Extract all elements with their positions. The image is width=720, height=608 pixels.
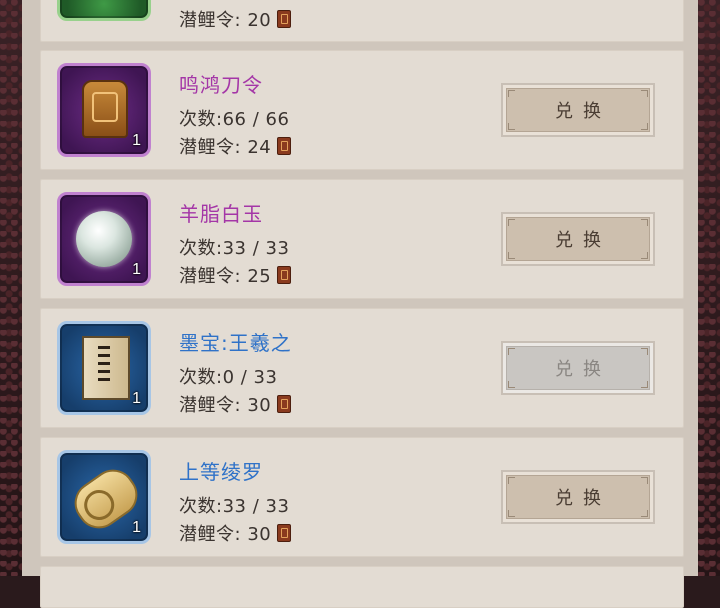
item-quantity: 1 [132, 519, 141, 536]
count-label: 次数: [179, 496, 223, 517]
cost-label: 潜鲤令: [179, 524, 242, 545]
qianli-token-icon [277, 395, 292, 413]
right-border-decoration [698, 0, 720, 576]
item-icon-frame[interactable]: 1 [57, 192, 151, 286]
list-item: 1 羊脂白玉 次数:33 / 33 潜鲤令: 25 兑换 [40, 179, 684, 299]
item-icon-frame [57, 0, 151, 21]
left-border-decoration [0, 0, 22, 576]
list-item: 潜鲤令: 20 [40, 0, 684, 42]
cost-value: 25 [247, 266, 272, 287]
exchange-count-line: 次数:0 / 33 [179, 363, 277, 389]
cost-value: 30 [247, 395, 272, 416]
item-name: 上等绫罗 [179, 460, 263, 484]
exchange-button-label: 兑换 [555, 230, 611, 251]
calligraphy-book-icon [82, 336, 130, 400]
exchange-button[interactable]: 兑换 [501, 83, 655, 137]
exchange-count-line: 次数:66 / 66 [179, 105, 289, 131]
count-value: 66 / 66 [222, 109, 290, 130]
count-label: 次数: [179, 109, 223, 130]
item-quantity: 1 [132, 390, 141, 407]
count-label: 次数: [179, 367, 223, 388]
cost-value: 24 [247, 137, 272, 158]
cost-value: 30 [247, 524, 272, 545]
qianli-token-icon [277, 137, 292, 155]
cost-label: 潜鲤令: [179, 395, 242, 416]
exchange-button-disabled[interactable]: 兑换 [501, 341, 655, 395]
qianli-token-icon [277, 524, 292, 542]
cost-label: 潜鲤令: [179, 266, 242, 287]
list-item: 1 墨宝:王羲之 次数:0 / 33 潜鲤令: 30 兑换 [40, 308, 684, 428]
count-value: 33 / 33 [222, 496, 290, 517]
cost-line: 潜鲤令: 30 [179, 520, 292, 546]
white-jade-icon [76, 211, 132, 267]
exchange-count-line: 次数:33 / 33 [179, 492, 289, 518]
count-value: 33 / 33 [222, 238, 290, 259]
cost-line: 潜鲤令: 25 [179, 262, 292, 288]
count-label: 次数: [179, 238, 223, 259]
list-item [40, 566, 684, 608]
item-name: 鸣鸿刀令 [179, 73, 263, 97]
cost-label: 潜鲤令: [179, 137, 242, 158]
exchange-button[interactable]: 兑换 [501, 470, 655, 524]
cost-label: 潜鲤令: [179, 10, 242, 31]
item-icon-frame[interactable]: 1 [57, 321, 151, 415]
exchange-button[interactable]: 兑换 [501, 212, 655, 266]
cost-line: 潜鲤令: 20 [179, 6, 292, 32]
cost-line: 潜鲤令: 24 [179, 133, 292, 159]
count-value: 0 / 33 [222, 367, 278, 388]
cost-value: 20 [247, 10, 272, 31]
qianli-token-icon [277, 266, 292, 284]
item-name: 墨宝:王羲之 [179, 331, 292, 355]
bronze-token-icon [82, 80, 128, 138]
exchange-button-label: 兑换 [555, 101, 611, 122]
item-name: 羊脂白玉 [179, 202, 263, 226]
exchange-count-line: 次数:33 / 33 [179, 234, 289, 260]
item-icon-frame[interactable]: 1 [57, 450, 151, 544]
qianli-token-icon [277, 10, 292, 28]
cost-line: 潜鲤令: 30 [179, 391, 292, 417]
list-item: 1 上等绫罗 次数:33 / 33 潜鲤令: 30 兑换 [40, 437, 684, 557]
item-quantity: 1 [132, 261, 141, 278]
item-icon-frame[interactable]: 1 [57, 63, 151, 157]
exchange-button-label: 兑换 [555, 488, 611, 509]
exchange-button-label: 兑换 [555, 359, 611, 380]
item-quantity: 1 [132, 132, 141, 149]
list-item: 1 鸣鸿刀令 次数:66 / 66 潜鲤令: 24 兑换 [40, 50, 684, 170]
exchange-list[interactable]: 潜鲤令: 20 1 鸣鸿刀令 次数:66 / 66 潜鲤令: 24 兑换 1 羊… [22, 0, 698, 608]
